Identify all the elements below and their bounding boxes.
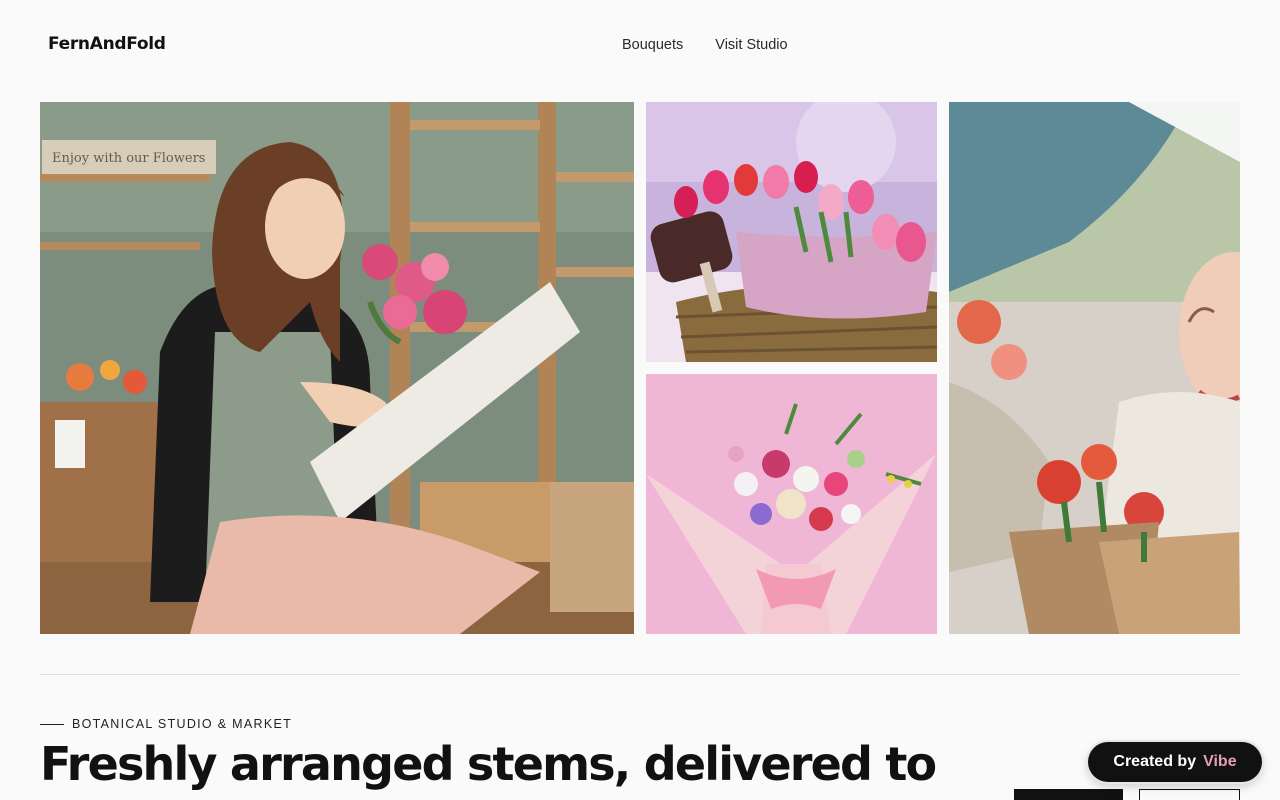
badge-prefix: Created by: [1113, 753, 1197, 770]
main-nav: Bouquets Visit Studio: [622, 37, 788, 53]
eyebrow-rule: [40, 723, 64, 725]
created-by-badge[interactable]: Created by Vibe: [1088, 742, 1262, 782]
gallery-photo-florist: Enjoy with our Flowers: [40, 102, 634, 634]
nav-link-bouquets[interactable]: Bouquets: [622, 37, 683, 53]
primary-cta-button[interactable]: [1014, 789, 1123, 800]
secondary-cta-button[interactable]: [1139, 789, 1240, 800]
site-header: FernAndFold Bouquets Visit Studio: [0, 0, 1280, 92]
shop-sign-text: Enjoy with our Flowers: [52, 151, 205, 166]
nav-link-visit-studio[interactable]: Visit Studio: [715, 37, 787, 53]
badge-brand: Vibe: [1203, 753, 1237, 770]
hero-headline: Freshly arranged stems, delivered to: [40, 737, 937, 791]
eyebrow-text: BOTANICAL STUDIO & MARKET: [72, 717, 293, 731]
gallery-photo-tulips-basket: [646, 102, 937, 362]
gallery-photo-smiling-woman: [949, 102, 1240, 634]
section-divider: [40, 674, 1240, 675]
shop-sign: Enjoy with our Flowers: [42, 140, 216, 174]
hero-eyebrow: BOTANICAL STUDIO & MARKET: [40, 717, 292, 731]
photo-gallery: Enjoy with our Flowers: [40, 102, 1240, 634]
gallery-photo-pink-bouquet: [646, 374, 937, 634]
site-logo[interactable]: FernAndFold: [48, 34, 166, 54]
